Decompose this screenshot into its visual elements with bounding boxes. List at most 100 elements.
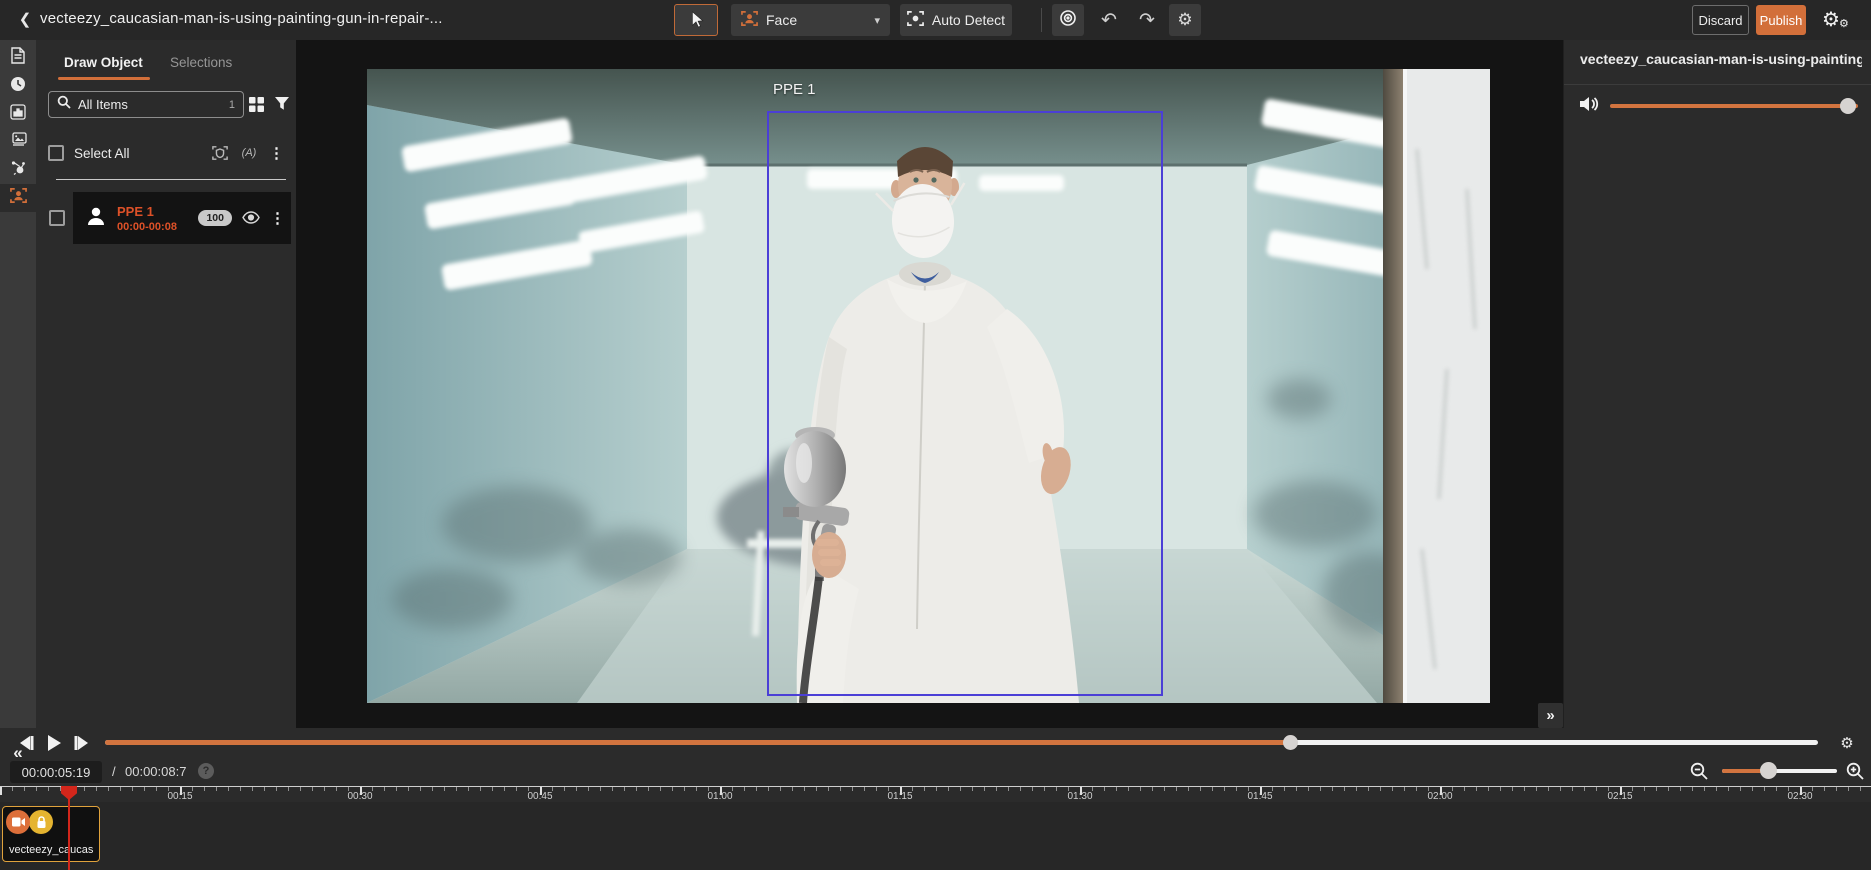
back-icon[interactable]: ❮: [14, 9, 36, 31]
clip-name: vecteezy_caucas: [9, 844, 97, 856]
auto-label-icon[interactable]: (A): [240, 144, 258, 162]
ruler-label: 01:45: [1247, 791, 1272, 802]
chevron-down-icon: ▾: [874, 14, 880, 27]
document-title: vecteezy_caucasian-man-is-using-painting…: [40, 10, 443, 27]
redo-icon[interactable]: ↷: [1131, 4, 1163, 36]
volume-slider[interactable]: [1610, 98, 1858, 114]
video-title: vecteezy_caucasian-man-is-using-painting…: [1580, 51, 1862, 67]
clock-icon: [10, 76, 26, 97]
search-value: All Items: [78, 97, 222, 112]
total-time: 00:00:08:7: [125, 764, 186, 779]
rail-item-face-detection[interactable]: [0, 184, 36, 212]
panel-divider: [56, 179, 286, 180]
object-menu-icon[interactable]: ⋮: [270, 209, 285, 227]
ruler-label: 01:00: [707, 791, 732, 802]
app-window: ❮ vecteezy_caucasian-man-is-using-painti…: [0, 0, 1871, 870]
expand-panel-icon[interactable]: »: [1538, 703, 1563, 728]
confidence-badge: 100: [198, 210, 232, 226]
object-time-range: 00:00-00:08: [117, 221, 177, 233]
visibility-eye-icon[interactable]: [242, 211, 260, 225]
transport-bar: ⚙: [0, 728, 1871, 758]
step-forward-button[interactable]: [70, 731, 94, 755]
search-input[interactable]: All Items 1: [48, 91, 244, 118]
timeline-ruler[interactable]: 00:15 00:30 00:45 01:00 01:15 01:30 01:4…: [0, 786, 1871, 802]
playback-settings-gear-icon[interactable]: ⚙: [1835, 731, 1859, 755]
rail-item-analytics[interactable]: [0, 100, 36, 128]
toolbar-settings-gear-icon[interactable]: ⚙: [1169, 4, 1201, 36]
ruler-label: 02:15: [1607, 791, 1632, 802]
zoom-in-icon[interactable]: [1846, 762, 1866, 782]
select-all-row: Select All (A) ⋮: [48, 138, 284, 168]
tab-selections[interactable]: Selections: [170, 55, 232, 70]
ruler-label: 02:30: [1787, 791, 1812, 802]
ruler-label: 02:00: [1427, 791, 1452, 802]
volume-row: [1564, 85, 1871, 127]
top-bar: ❮ vecteezy_caucasian-man-is-using-painti…: [0, 0, 1871, 40]
auto-detect-icon: [907, 10, 924, 30]
time-separator: /: [112, 764, 116, 779]
rail-item-document[interactable]: [0, 44, 36, 72]
speaker-icon[interactable]: [1578, 94, 1600, 119]
playhead-line: [68, 788, 70, 870]
rail-item-integrations[interactable]: [0, 156, 36, 184]
auto-detect-button[interactable]: Auto Detect: [900, 4, 1012, 36]
seek-knob[interactable]: [1283, 735, 1298, 750]
volume-track: [1610, 104, 1858, 108]
video-clip-item[interactable]: vecteezy_caucas: [2, 806, 100, 862]
collapse-panel-icon[interactable]: «: [0, 740, 36, 766]
object-checkbox[interactable]: [49, 210, 65, 226]
select-all-checkbox[interactable]: [48, 145, 64, 161]
detection-type-label: Face: [766, 12, 797, 28]
video-frame[interactable]: PPE 1: [367, 69, 1490, 703]
person-icon: [85, 205, 107, 232]
play-button[interactable]: [42, 731, 66, 755]
filter-funnel-icon[interactable]: [274, 96, 292, 114]
discard-button[interactable]: Discard: [1692, 5, 1749, 35]
rail-item-media[interactable]: [0, 128, 36, 156]
help-icon[interactable]: ?: [198, 763, 214, 779]
undo-icon[interactable]: ↶: [1093, 4, 1125, 36]
object-card-ppe1[interactable]: PPE 1 00:00-00:08 100 ⋮: [73, 192, 291, 244]
annotation-label: PPE 1: [773, 81, 816, 98]
timeline-tracks: vecteezy_caucas: [0, 802, 1871, 870]
grid-view-icon[interactable]: [248, 96, 268, 114]
auto-detect-label: Auto Detect: [932, 12, 1005, 28]
batch-detect-shield-icon[interactable]: [211, 144, 229, 162]
ruler-label: 00:30: [347, 791, 372, 802]
objects-panel: Draw Object Selections All Items 1 Selec…: [36, 40, 296, 728]
ruler-label: 01:15: [887, 791, 912, 802]
target-tracking-button[interactable]: [1052, 4, 1084, 36]
seek-bar[interactable]: [105, 740, 1818, 745]
select-all-menu-icon[interactable]: ⋮: [269, 144, 284, 162]
ruler-label: 01:30: [1067, 791, 1092, 802]
bar-chart-icon: [10, 104, 26, 125]
images-icon: [10, 132, 27, 152]
face-scan-icon: [741, 10, 758, 30]
annotation-bounding-box[interactable]: [767, 111, 1163, 696]
detection-type-dropdown[interactable]: Face ▾: [731, 4, 890, 36]
zoom-knob[interactable]: [1760, 762, 1777, 779]
select-cursor-tool[interactable]: [674, 4, 718, 36]
publish-button[interactable]: Publish: [1756, 5, 1806, 35]
toolbar-divider: [1041, 8, 1042, 32]
zoom-out-icon[interactable]: [1690, 762, 1710, 782]
ruler-label: 00:15: [167, 791, 192, 802]
video-canvas-area: PPE 1 »: [296, 40, 1563, 728]
search-icon: [57, 95, 71, 114]
tab-draw-object[interactable]: Draw Object: [64, 55, 143, 70]
target-icon: [1059, 9, 1077, 32]
time-row: 00:00:05:19 / 00:00:08:7 ?: [0, 758, 1871, 786]
active-tab-underline: [58, 77, 150, 80]
app-settings-gears-icon[interactable]: ⚙ ⚙: [1820, 4, 1854, 36]
face-scan-icon-active: [10, 187, 27, 209]
object-name: PPE 1: [117, 204, 177, 219]
gear-small-icon: ⚙: [1839, 17, 1849, 30]
ruler-label: 00:45: [527, 791, 552, 802]
rail-item-history[interactable]: [0, 72, 36, 100]
timeline-zoom-slider[interactable]: [1722, 763, 1837, 779]
left-icon-rail: «: [0, 40, 36, 728]
seek-bar-fill: [105, 740, 1290, 745]
volume-knob[interactable]: [1840, 98, 1856, 114]
search-count: 1: [229, 99, 235, 111]
lock-badge-icon: [29, 810, 53, 834]
